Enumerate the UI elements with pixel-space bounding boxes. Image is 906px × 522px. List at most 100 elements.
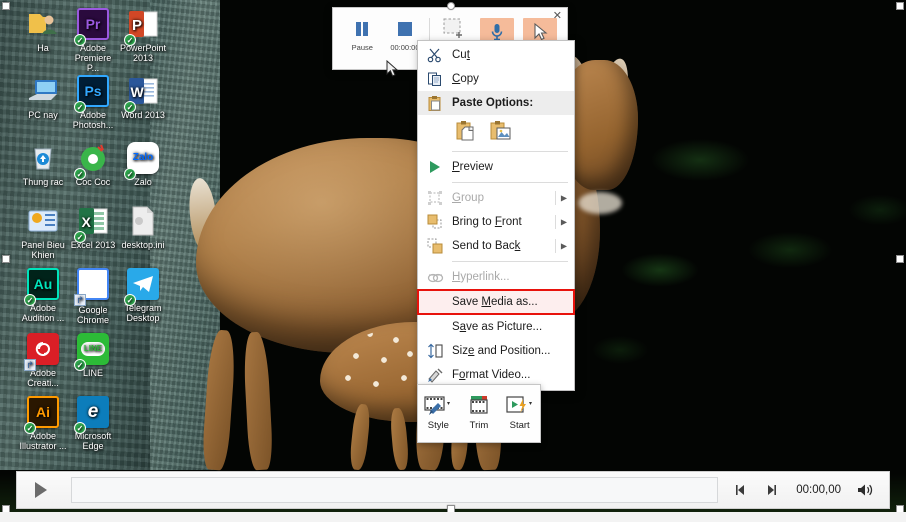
menu-separator <box>452 261 568 262</box>
computer-icon <box>27 75 59 107</box>
chevron-right-icon: ▶ <box>560 217 567 227</box>
desktop-icon-label: Adobe Audition ... <box>21 303 65 323</box>
stop-icon <box>395 17 415 41</box>
desktop-icon[interactable]: ↱ Adobe Creati... <box>18 333 68 388</box>
video-style-button[interactable]: Style <box>419 392 457 431</box>
menu-separator <box>452 182 568 183</box>
sync-check-icon: ✓ <box>74 34 86 46</box>
svg-text:W: W <box>131 84 145 100</box>
desktop-icon-label: Ha <box>37 43 49 53</box>
start-playback-button[interactable]: Start <box>501 392 539 431</box>
trim-video-button[interactable]: Trim <box>460 392 498 431</box>
shortcut-arrow-icon: ↱ <box>74 294 86 306</box>
pause-recording-button[interactable]: Pause <box>341 14 384 67</box>
sync-check-icon: ✓ <box>74 231 86 243</box>
file-icon <box>127 205 159 237</box>
desktop-icon-label: desktop.ini <box>121 240 165 250</box>
desktop-icon[interactable]: ✓ Telegram Desktop <box>118 268 168 323</box>
menu-item-save-media-as[interactable]: Save Media as... <box>417 289 575 315</box>
video-style-label: Style <box>427 420 449 431</box>
chevron-right-icon: ▶ <box>560 241 567 251</box>
hyperlink-icon <box>426 268 444 286</box>
menu-item-bring-to-front[interactable]: Bring to Front ▶ <box>418 210 574 234</box>
selection-handle-top-center[interactable] <box>447 2 455 10</box>
sync-check-icon: ✓ <box>74 101 86 113</box>
desktop-icon-label: Google Chrome <box>76 305 109 325</box>
selection-handle-middle-left[interactable] <box>2 255 10 263</box>
menu-item-label: Preview <box>452 161 493 173</box>
playback-progress-track[interactable] <box>71 477 719 503</box>
media-playback-bar[interactable]: 00:00,00 <box>16 471 890 509</box>
volume-button[interactable] <box>851 472 881 508</box>
desktop-icon[interactable]: desktop.ini <box>118 205 168 250</box>
desktop-icon[interactable]: P ✓ PowerPoint 2013 <box>118 8 168 63</box>
sync-check-icon: ✓ <box>124 101 136 113</box>
sync-check-icon: ✓ <box>124 34 136 46</box>
menu-item-label: Hyperlink... <box>452 271 510 283</box>
menu-item-label: Format Video... <box>452 369 531 381</box>
desktop-icon[interactable]: LINE ✓ LINE <box>68 333 118 378</box>
next-frame-button[interactable] <box>756 472 786 508</box>
previous-frame-button[interactable] <box>726 472 756 508</box>
menu-item-label: Send to Back <box>452 240 521 252</box>
menu-item-label: Save Media as... <box>452 296 538 308</box>
fawn-leg <box>348 403 372 471</box>
folder-user-icon <box>27 8 59 40</box>
selection-handle-top-left[interactable] <box>2 2 10 10</box>
menu-item-send-to-back[interactable]: Send to Back ▶ <box>418 234 574 258</box>
menu-item-paste-options[interactable]: Paste Options: <box>418 91 574 115</box>
menu-item-size-and-position[interactable]: Size and Position... <box>418 339 574 363</box>
desktop-icon-label: Panel Bieu Khien <box>21 240 65 260</box>
bring-to-front-icon <box>426 213 444 231</box>
menu-item-save-as-picture[interactable]: Save as Picture... <box>418 315 574 339</box>
menu-item-copy[interactable]: Copy <box>418 67 574 91</box>
desktop-icon[interactable]: Thung rac <box>18 142 68 187</box>
desktop-icon-label: PC nay <box>28 110 58 120</box>
submenu-divider <box>555 191 556 205</box>
desktop-icon[interactable]: Ai ✓ Adobe Illustrator ... <box>18 396 68 451</box>
desktop-icon[interactable]: Panel Bieu Khien <box>18 205 68 260</box>
desktop-icon[interactable]: ↱ Google Chrome <box>68 268 118 325</box>
slide-area-bottom <box>0 512 906 522</box>
menu-item-preview[interactable]: Preview <box>418 155 574 179</box>
menu-item-label: Size and Position... <box>452 345 551 357</box>
desktop-icon[interactable]: Ps ✓ Adobe Photosh... <box>68 75 118 130</box>
desktop-icon[interactable]: X ✓ Excel 2013 <box>68 205 118 250</box>
scissors-icon <box>426 46 444 64</box>
sync-check-icon: ✓ <box>74 359 86 371</box>
desktop-icon[interactable]: Zalo ✓ Zalo <box>118 142 168 187</box>
paste-options-row[interactable] <box>418 115 574 148</box>
paste-keep-source-icon[interactable] <box>454 118 480 144</box>
control-panel-icon <box>27 205 59 237</box>
playback-time: 00:00,00 <box>796 484 841 496</box>
desktop-icon[interactable]: e ✓ Microsoft Edge <box>68 396 118 451</box>
desktop-icon[interactable]: PC nay <box>18 75 68 120</box>
desktop-icon[interactable]: Ha <box>18 8 68 53</box>
powerpoint-slide-screen: Ha Pr ✓ Adobe Premiere P... P ✓ PowerPoint 201… <box>0 0 906 522</box>
video-mini-toolbar[interactable]: Style Trim Start <box>417 384 541 443</box>
desktop-icon[interactable]: ✓ Coc Coc <box>68 142 118 187</box>
desktop-icon-label: Adobe Photosh... <box>72 110 114 130</box>
play-triangle-icon <box>426 158 444 176</box>
video-context-menu[interactable]: Cut Copy Paste Options: Preview Group ▶ Bring … <box>417 40 575 391</box>
sync-check-icon: ✓ <box>74 168 86 180</box>
menu-item-cut[interactable]: Cut <box>418 43 574 67</box>
selection-handle-middle-right[interactable] <box>896 255 904 263</box>
play-button[interactable] <box>17 472 63 508</box>
doe-throat <box>578 192 622 214</box>
desktop-icon[interactable]: Au ✓ Adobe Audition ... <box>18 268 68 323</box>
shortcut-arrow-icon: ↱ <box>24 359 36 371</box>
recycle-bin-icon <box>27 142 59 174</box>
close-icon[interactable]: ✕ <box>553 11 562 22</box>
selection-handle-top-right[interactable] <box>896 2 904 10</box>
sync-check-icon: ✓ <box>124 168 136 180</box>
desktop-icon-label: Adobe Premiere P... <box>74 43 112 73</box>
submenu-divider <box>555 215 556 229</box>
submenu-divider <box>555 239 556 253</box>
video-style-icon <box>422 392 454 418</box>
menu-item-label: Bring to Front <box>452 216 522 228</box>
paste-picture-icon[interactable] <box>488 118 514 144</box>
desktop-icon[interactable]: W ✓ Word 2013 <box>118 75 168 120</box>
desktop-icon-label: PowerPoint 2013 <box>119 43 167 63</box>
desktop-icon[interactable]: Pr ✓ Adobe Premiere P... <box>68 8 118 73</box>
